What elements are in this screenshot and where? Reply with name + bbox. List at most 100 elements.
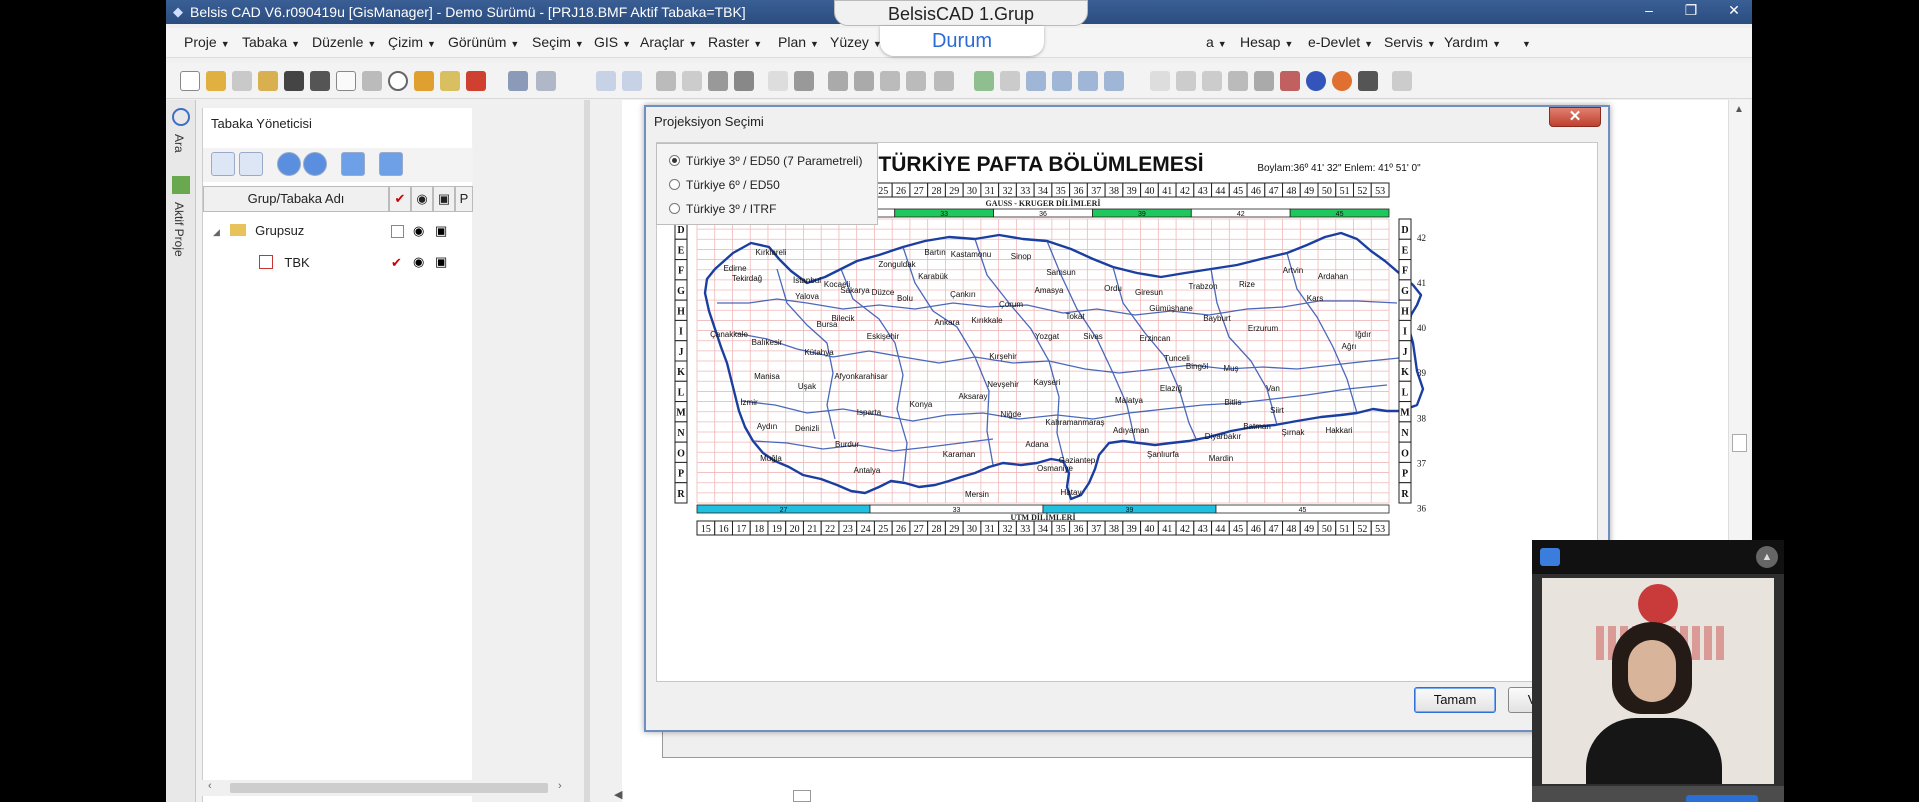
menu-duzenle[interactable]: Düzenle ▼ (312, 34, 376, 50)
zoom-extents-icon[interactable] (1104, 71, 1124, 91)
radio-tr6-ed50[interactable]: Türkiye 6º / ED50 (669, 178, 780, 192)
trash-icon[interactable] (794, 71, 814, 91)
canvas-scroll-marker[interactable] (793, 790, 811, 802)
dialog-close-button[interactable]: ✕ (1549, 107, 1601, 127)
select-window-icon[interactable] (1176, 71, 1196, 91)
scroll-left-icon[interactable]: ◀ (614, 788, 622, 801)
eye-icon[interactable]: ◉ (413, 254, 424, 270)
group-visible-checkbox[interactable] (391, 225, 404, 238)
save-as-icon[interactable] (310, 71, 330, 91)
collapse-icon[interactable]: ▲ (1756, 546, 1778, 568)
rotate-icon[interactable] (880, 71, 900, 91)
paste-special-icon[interactable] (734, 71, 754, 91)
menu-hesap[interactable]: Hesap ▼ (1240, 34, 1293, 50)
target-icon[interactable] (388, 71, 408, 91)
tab-aktif-proje[interactable]: Aktif Proje (172, 202, 186, 257)
delete-frame-icon[interactable] (466, 71, 486, 91)
layer-props-icon[interactable] (341, 152, 365, 176)
visible-column-icon[interactable]: ✔ (389, 186, 411, 212)
expand-arrow-icon[interactable]: ◢ (213, 227, 220, 237)
tab-ara[interactable]: Ara (172, 134, 186, 153)
menu-gorunum[interactable]: Görünüm ▼ (448, 34, 519, 50)
layer-visible-checkbox[interactable]: ✔ (391, 255, 402, 271)
tree-layer-tbk[interactable]: TBK (259, 255, 310, 270)
menu-cizim[interactable]: Çizim ▼ (388, 34, 436, 50)
maximize-button[interactable]: ❐ (1671, 0, 1711, 20)
add-layer-icon[interactable] (277, 152, 301, 176)
scroll-thumb[interactable] (230, 783, 548, 793)
refresh-icon[interactable] (974, 71, 994, 91)
project-icon[interactable] (172, 176, 190, 194)
print-preview-icon[interactable] (336, 71, 356, 91)
column-header-name[interactable]: Grup/Tabaka Adı (203, 186, 389, 212)
frame-icon[interactable] (440, 71, 460, 91)
undo-icon[interactable] (596, 71, 616, 91)
menu-plan[interactable]: Plan ▼ (778, 34, 819, 50)
panel-horizontal-scrollbar[interactable]: ‹ › (202, 780, 572, 796)
redo-icon[interactable] (622, 71, 642, 91)
minimize-button[interactable]: – (1629, 0, 1669, 20)
lock-icon[interactable]: ▣ (435, 223, 447, 239)
scroll-up-icon[interactable]: ▲ (1734, 104, 1744, 115)
radio-icon[interactable] (669, 203, 680, 214)
move-icon[interactable] (828, 71, 848, 91)
cut-icon[interactable] (682, 71, 702, 91)
search-icon[interactable] (172, 108, 190, 126)
lock-column-icon[interactable]: ▣ (433, 186, 455, 212)
menu-servis[interactable]: Servis ▼ (1384, 34, 1436, 50)
copy-icon[interactable] (656, 71, 676, 91)
menu-raster[interactable]: Raster ▼ (708, 34, 762, 50)
panels-icon[interactable] (1392, 71, 1412, 91)
menu-overflow-icon[interactable]: ▼ (1518, 34, 1531, 50)
folder-edit-icon[interactable] (258, 71, 278, 91)
radio-selected-icon[interactable] (669, 155, 680, 166)
menu-yuzey[interactable]: Yüzey ▼ (830, 34, 882, 50)
select-clear-icon[interactable] (1280, 71, 1300, 91)
extra-column-icon[interactable]: P (455, 186, 473, 212)
layer-tool-icon[interactable] (536, 71, 556, 91)
help-icon[interactable] (1306, 71, 1326, 91)
tree-group-grupsuz[interactable]: ◢ Grupsuz (213, 223, 304, 238)
eye-column-icon[interactable]: ◉ (411, 186, 433, 212)
lock-icon[interactable]: ▣ (435, 254, 447, 270)
menu-gis[interactable]: GIS ▼ (594, 34, 631, 50)
menu-yardim[interactable]: Yardım ▼ (1444, 34, 1501, 50)
scroll-thumb[interactable] (1732, 434, 1747, 452)
radio-tr3-ed50-7p[interactable]: Türkiye 3º / ED50 (7 Parametreli) (669, 154, 862, 168)
scale-icon[interactable] (906, 71, 926, 91)
remove-layer-icon[interactable] (303, 152, 327, 176)
menu-e-devlet[interactable]: e-Devlet ▼ (1308, 34, 1373, 50)
layer-tree-icon[interactable] (211, 152, 235, 176)
paste-icon[interactable] (708, 71, 728, 91)
radio-icon[interactable] (669, 179, 680, 190)
layer-stack-icon[interactable] (508, 71, 528, 91)
copy-move-icon[interactable] (854, 71, 874, 91)
zoom-in-icon[interactable] (1026, 71, 1046, 91)
menu-proje[interactable]: Proje ▼ (184, 34, 230, 50)
check-tool-icon[interactable] (934, 71, 954, 91)
context-help-icon[interactable] (1332, 71, 1352, 91)
menu-partial[interactable]: a ▼ (1206, 34, 1227, 50)
menu-tabaka[interactable]: Tabaka ▼ (242, 34, 300, 50)
scroll-left-icon[interactable]: ‹ (208, 780, 212, 792)
lamp-icon[interactable] (414, 71, 434, 91)
save-icon[interactable] (284, 71, 304, 91)
layer-order-icon[interactable] (379, 152, 403, 176)
menu-araclar[interactable]: Araçlar ▼ (640, 34, 697, 50)
print-icon[interactable] (232, 71, 252, 91)
layer-hierarchy-icon[interactable] (239, 152, 263, 176)
splitter[interactable] (584, 100, 590, 802)
select-arrow-icon[interactable] (1150, 71, 1170, 91)
status-button[interactable]: Durum (880, 26, 1044, 56)
menu-secim[interactable]: Seçim ▼ (532, 34, 584, 50)
scroll-right-icon[interactable]: › (558, 780, 562, 792)
zoom-window-icon[interactable] (1078, 71, 1098, 91)
plot-icon[interactable] (362, 71, 382, 91)
radio-tr3-itrf[interactable]: Türkiye 3º / ITRF (669, 202, 776, 216)
eye-icon[interactable]: ◉ (413, 223, 424, 239)
open-folder-icon[interactable] (206, 71, 226, 91)
pan-icon[interactable] (1000, 71, 1020, 91)
select-polygon-icon[interactable] (1228, 71, 1248, 91)
eraser-icon[interactable] (768, 71, 788, 91)
close-button[interactable]: ✕ (1714, 0, 1752, 20)
